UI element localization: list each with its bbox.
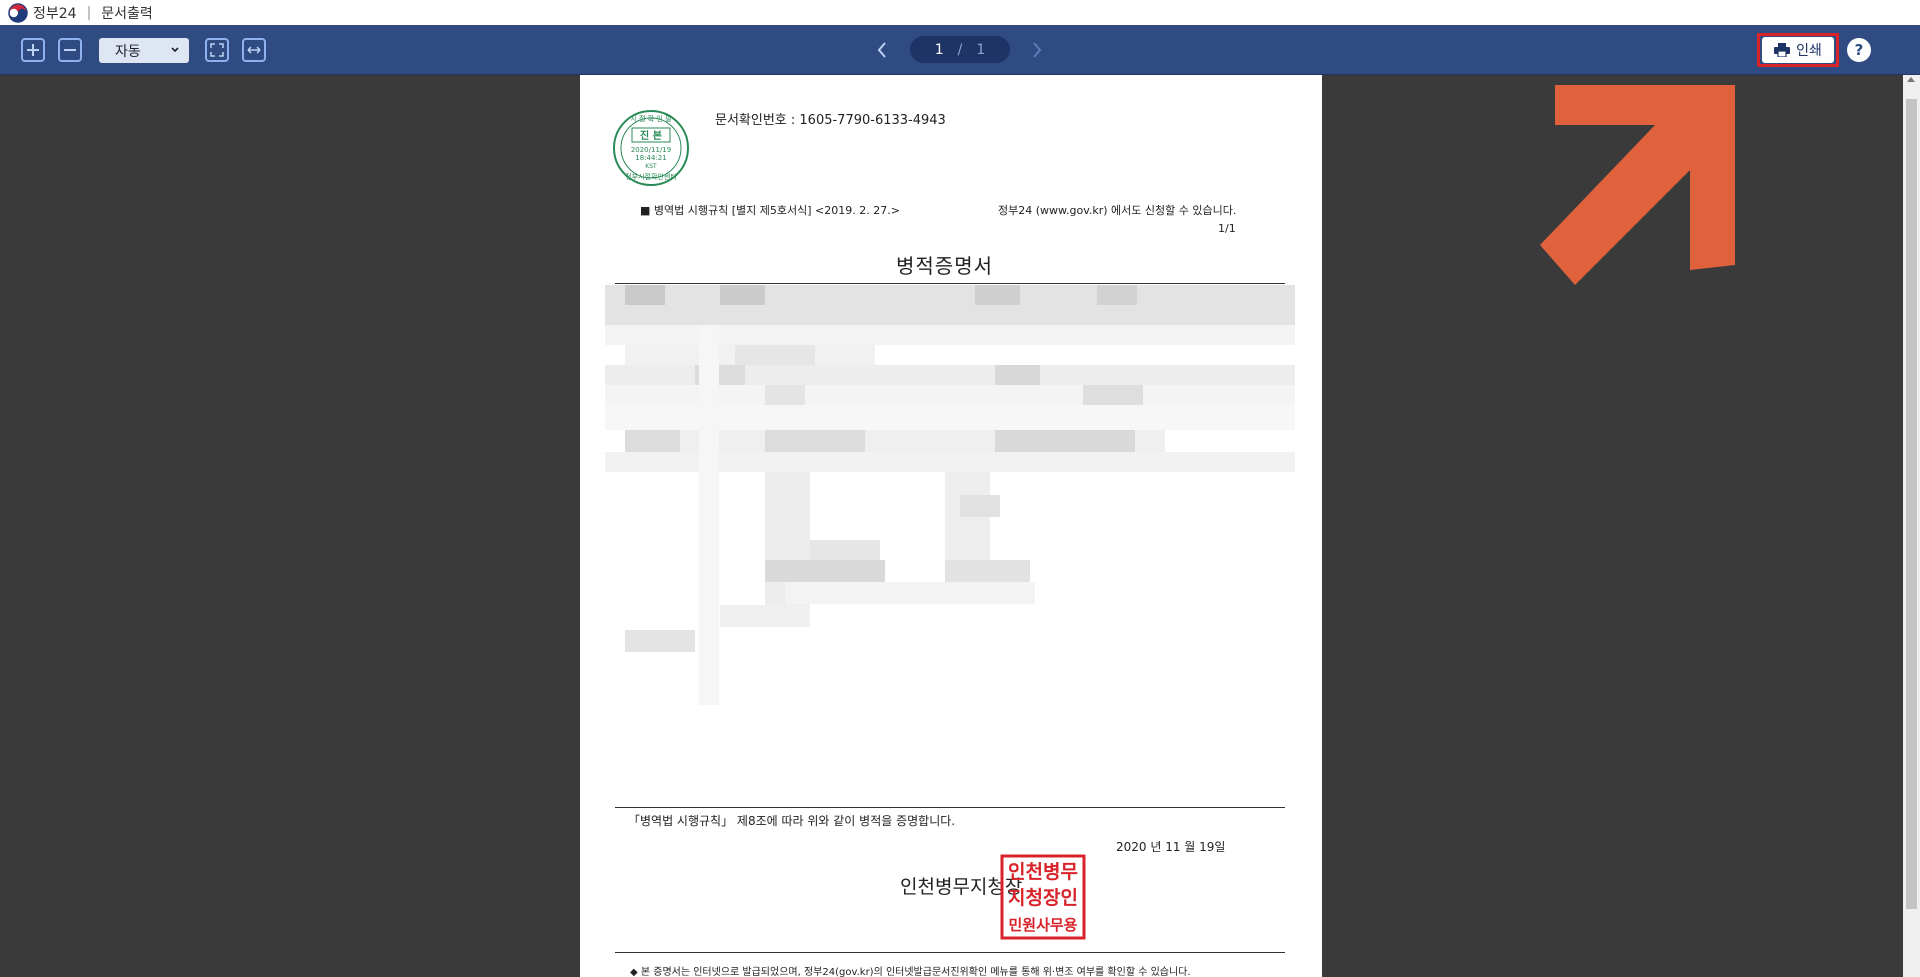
page-indicator: 1 / 1 [910, 36, 1010, 63]
chevron-left-icon [877, 42, 886, 58]
help-button[interactable]: ? [1847, 38, 1871, 62]
seal-center-text: 진 본 [640, 129, 662, 142]
pointer-arrow-icon [1540, 85, 1735, 285]
zoom-out-button[interactable] [58, 38, 82, 62]
document-page: 시 절 확 인 필 진 본 2020/11/19 18:44:21 KST 정부… [580, 75, 1322, 977]
seal-bottom-text: 정부시절확인센터 [625, 172, 677, 181]
authenticity-seal: 시 절 확 인 필 진 본 2020/11/19 18:44:21 KST 정부… [613, 110, 689, 186]
declaration-rule [615, 807, 1285, 808]
official-stamp: 인천병무 지청장인 민원사무용 [1000, 854, 1086, 940]
verification-footnote: ◆ 본 증명서는 인터넷으로 발급되었으며, 정부24(gov.kr)의 인터넷… [630, 967, 1191, 977]
scroll-up-arrow-icon[interactable] [1907, 77, 1915, 82]
viewer-toolbar: 자동 1 / 1 인쇄 ? [0, 25, 1920, 75]
document-confirmation-number: 문서확인번호 : 1605-7790-6133-4943 [715, 113, 946, 128]
print-button[interactable]: 인쇄 [1762, 37, 1834, 63]
seal-top-text: 시 절 확 인 필 [630, 114, 671, 123]
vertical-scrollbar[interactable] [1903, 75, 1920, 977]
chevron-down-icon [171, 47, 179, 53]
page-separator: / [957, 41, 963, 58]
issue-date: 2020 년 11 월 19일 [1116, 840, 1226, 854]
apply-note: 정부24 (www.gov.kr) 에서도 신청할 수 있습니다. [998, 204, 1237, 217]
printer-icon [1774, 43, 1791, 57]
total-pages: 1 [976, 41, 986, 58]
redacted-content-area [605, 285, 1295, 705]
seal-date: 2020/11/19 [631, 146, 671, 154]
current-page-input[interactable]: 1 [935, 42, 944, 58]
fit-page-icon [210, 43, 224, 57]
minus-icon [64, 49, 76, 51]
zoom-select[interactable]: 자동 [99, 38, 189, 63]
zoom-in-button[interactable] [21, 38, 45, 62]
title-separator: | [86, 4, 92, 21]
stamp-line-1: 인천병무 [1008, 861, 1078, 883]
seal-timezone: KST [645, 163, 657, 170]
stamp-line-2: 지청장인 [1008, 887, 1078, 909]
footer-rule [615, 952, 1285, 953]
document-page-count: 1/1 [1218, 222, 1236, 235]
fit-width-icon [247, 46, 261, 54]
prev-page-button[interactable] [872, 38, 892, 62]
stamp-line-3: 민원사무용 [1008, 916, 1077, 934]
print-button-label: 인쇄 [1796, 43, 1822, 59]
title-rule [615, 283, 1285, 284]
chevron-right-icon [1033, 42, 1042, 58]
scroll-thumb[interactable] [1906, 99, 1917, 909]
zoom-select-value: 자동 [115, 43, 141, 60]
app-bar: 정부24 | 문서출력 [0, 0, 1920, 25]
document-title: 병적증명서 [896, 254, 993, 278]
question-icon: ? [1854, 41, 1864, 59]
fit-width-button[interactable] [242, 38, 266, 62]
next-page-button[interactable] [1027, 38, 1047, 62]
gov24-logo-icon [8, 2, 28, 23]
window-title: 문서출력 [101, 5, 153, 22]
site-name: 정부24 [33, 5, 77, 22]
form-reference: ■ 병역법 시행규칙 [별지 제5호서식] <2019. 2. 27.> [640, 204, 900, 217]
declaration-text: 「병역법 시행규칙」 제8조에 따라 위와 같이 병적을 증명합니다. [628, 814, 956, 828]
fit-page-button[interactable] [205, 38, 229, 62]
plus-icon [27, 44, 39, 56]
seal-time: 18:44:21 [635, 154, 666, 162]
